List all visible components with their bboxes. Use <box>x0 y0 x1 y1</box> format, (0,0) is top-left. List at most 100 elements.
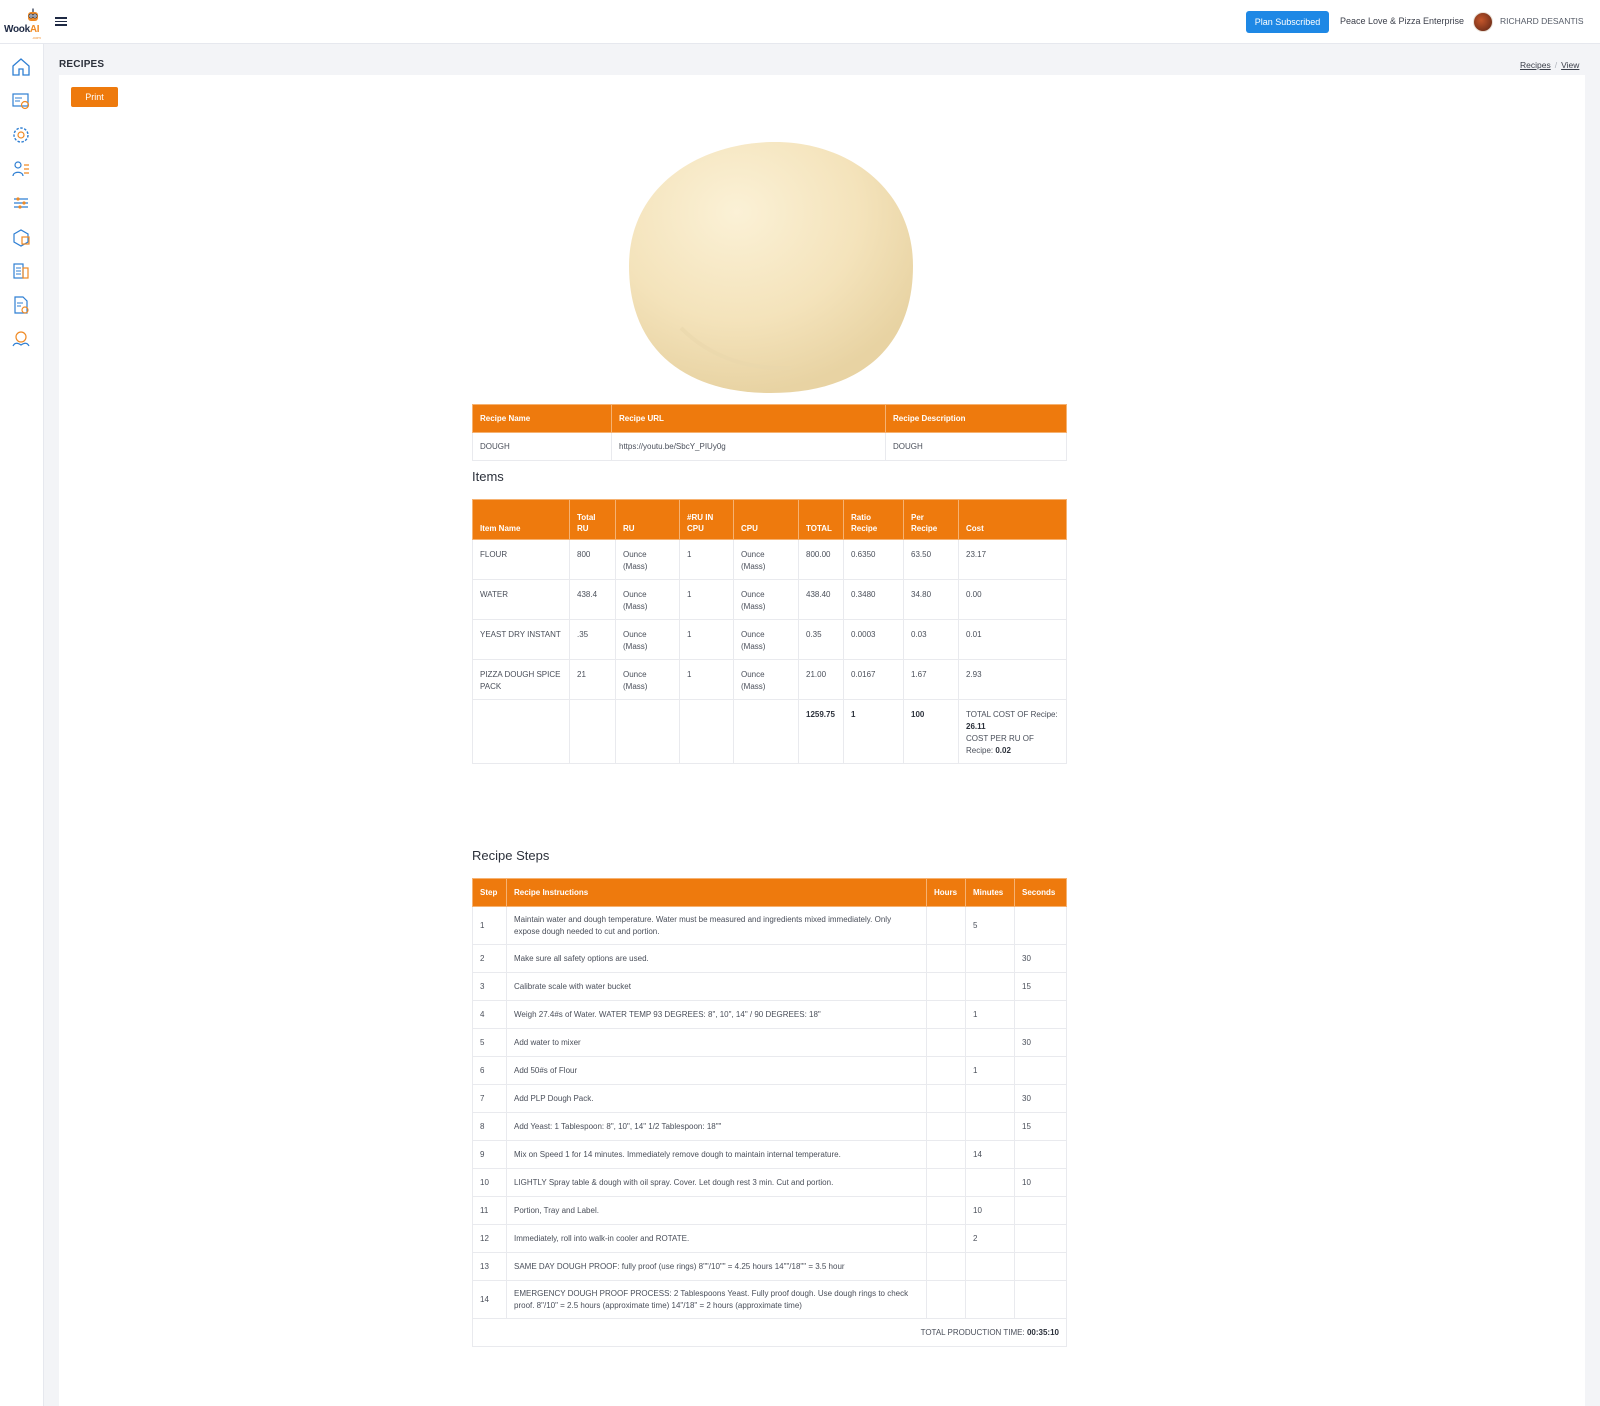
content-panel: Print Recipe Name Recipe URL Recipe Desc… <box>59 75 1585 1406</box>
step-number: 1 <box>472 906 507 945</box>
step-hours <box>926 1084 966 1113</box>
step-number: 8 <box>472 1112 507 1141</box>
sidebar-item-inventory[interactable] <box>10 226 32 248</box>
step-seconds: 30 <box>1014 944 1067 973</box>
sidebar-item-recipes[interactable] <box>10 294 32 316</box>
step-minutes <box>965 1112 1015 1141</box>
header-ru: RU <box>615 499 680 540</box>
chevron-down-icon[interactable]: ⌄ <box>1578 16 1584 24</box>
dashboard-icon <box>12 93 30 110</box>
step-minutes <box>965 1084 1015 1113</box>
table-row: PIZZA DOUGH SPICE PACK 21 Ounce (Mass) 1… <box>472 659 1067 700</box>
sidebar-item-settings[interactable] <box>10 124 32 146</box>
item-cost: 2.93 <box>958 659 1067 700</box>
step-text: Immediately, roll into walk-in cooler an… <box>506 1224 927 1253</box>
table-row: DOUGH https://youtu.be/SbcY_PIUy0g DOUGH <box>472 432 1067 461</box>
header-hours: Hours <box>926 878 966 907</box>
step-hours <box>926 1224 966 1253</box>
item-per-recipe: 0.03 <box>903 619 959 660</box>
total-production-value: 00:35:10 <box>1026 1327 1059 1337</box>
plan-subscribed-button[interactable]: Plan Subscribed <box>1246 11 1329 33</box>
step-hours <box>926 1168 966 1197</box>
menu-toggle-icon[interactable] <box>55 15 67 27</box>
item-ru-in-cpu: 1 <box>679 659 734 700</box>
step-hours <box>926 906 966 945</box>
logo-text: WookAI <box>4 24 40 35</box>
totals-row: 1259.75 1 100 TOTAL COST OF Recipe: 26.1… <box>472 699 1067 764</box>
step-seconds: 10 <box>1014 1168 1067 1197</box>
step-seconds <box>1014 1196 1067 1225</box>
item-per-recipe: 34.80 <box>903 579 959 620</box>
item-total-ru: 21 <box>569 659 616 700</box>
total-cost-label: TOTAL COST OF Recipe: <box>966 710 1058 719</box>
step-text: Add 50#s of Flour <box>506 1056 927 1085</box>
step-number: 11 <box>472 1196 507 1225</box>
item-total: 438.40 <box>798 579 844 620</box>
top-bar: WookAI .com Plan Subscribed Peace Love &… <box>0 0 1600 44</box>
step-seconds <box>1014 1000 1067 1029</box>
step-seconds <box>1014 1140 1067 1169</box>
step-hours <box>926 1028 966 1057</box>
header-recipe-description: Recipe Description <box>885 404 1067 433</box>
table-row: YEAST DRY INSTANT .35 Ounce (Mass) 1 Oun… <box>472 619 1067 660</box>
sidebar-item-filters[interactable] <box>10 192 32 214</box>
users-list-icon <box>12 161 29 177</box>
item-ru-in-cpu: 1 <box>679 579 734 620</box>
sliders-icon <box>14 197 28 209</box>
company-name[interactable]: Peace Love & Pizza Enterprise <box>1340 16 1464 26</box>
sidebar-item-support[interactable] <box>10 328 32 350</box>
app-logo[interactable]: WookAI .com <box>4 6 42 40</box>
recipe-url[interactable]: https://youtu.be/SbcY_PIUy0g <box>611 432 886 461</box>
item-ru: Ounce (Mass) <box>615 659 680 700</box>
step-minutes <box>965 972 1015 1001</box>
breadcrumb-recipes-link[interactable]: Recipes <box>1520 60 1551 70</box>
empty-cell <box>472 699 570 764</box>
item-ru-in-cpu: 1 <box>679 539 734 580</box>
breadcrumb-view-link[interactable]: View <box>1561 60 1579 70</box>
step-hours <box>926 1000 966 1029</box>
item-ratio: 0.6350 <box>843 539 904 580</box>
step-text: Calibrate scale with water bucket <box>506 972 927 1001</box>
step-hours <box>926 1140 966 1169</box>
step-number: 7 <box>472 1084 507 1113</box>
sidebar-item-reports[interactable] <box>10 260 32 282</box>
item-cost: 23.17 <box>958 539 1067 580</box>
step-text: Weigh 27.4#s of Water. WATER TEMP 93 DEG… <box>506 1000 927 1029</box>
user-name[interactable]: RICHARD DESANTIS <box>1500 16 1584 26</box>
table-row: 11 Portion, Tray and Label. 10 <box>472 1196 1067 1225</box>
table-row: 10 LIGHTLY Spray table & dough with oil s… <box>472 1168 1067 1197</box>
item-name: WATER <box>472 579 570 620</box>
step-hours <box>926 972 966 1001</box>
header-cost: Cost <box>958 499 1067 540</box>
breadcrumb-separator: / <box>1554 60 1558 70</box>
step-text: Add water to mixer <box>506 1028 927 1057</box>
recipe-name: DOUGH <box>472 432 612 461</box>
recipe-document-icon <box>14 296 29 314</box>
cost-per-ru-value: 0.02 <box>995 746 1011 755</box>
sidebar-item-dashboard[interactable] <box>10 90 32 112</box>
step-minutes <box>965 1168 1015 1197</box>
item-cpu: Ounce (Mass) <box>733 619 799 660</box>
sidebar-item-home[interactable] <box>10 56 32 78</box>
step-minutes <box>965 944 1015 973</box>
grand-total: 1259.75 <box>798 699 844 764</box>
recipe-steps-table: Step Recipe Instructions Hours Minutes S… <box>472 878 1067 1347</box>
table-row: WATER 438.4 Ounce (Mass) 1 Ounce (Mass) … <box>472 579 1067 620</box>
step-seconds: 15 <box>1014 972 1067 1001</box>
header-step: Step <box>472 878 507 907</box>
step-number: 4 <box>472 1000 507 1029</box>
print-button[interactable]: Print <box>71 87 118 107</box>
recipe-info-table: Recipe Name Recipe URL Recipe Descriptio… <box>472 404 1067 461</box>
step-text: SAME DAY DOUGH PROOF: fully proof (use r… <box>506 1252 927 1281</box>
header-cpu: CPU <box>733 499 799 540</box>
step-hours <box>926 1252 966 1281</box>
sidebar-item-users[interactable] <box>10 158 32 180</box>
step-minutes: 2 <box>965 1224 1015 1253</box>
avatar[interactable] <box>1473 12 1493 32</box>
logo-sub: .com <box>32 35 41 40</box>
header-instructions: Recipe Instructions <box>506 878 927 907</box>
step-minutes <box>965 1028 1015 1057</box>
table-row: 6 Add 50#s of Flour 1 <box>472 1056 1067 1085</box>
step-number: 13 <box>472 1252 507 1281</box>
header-total: TOTAL <box>798 499 844 540</box>
